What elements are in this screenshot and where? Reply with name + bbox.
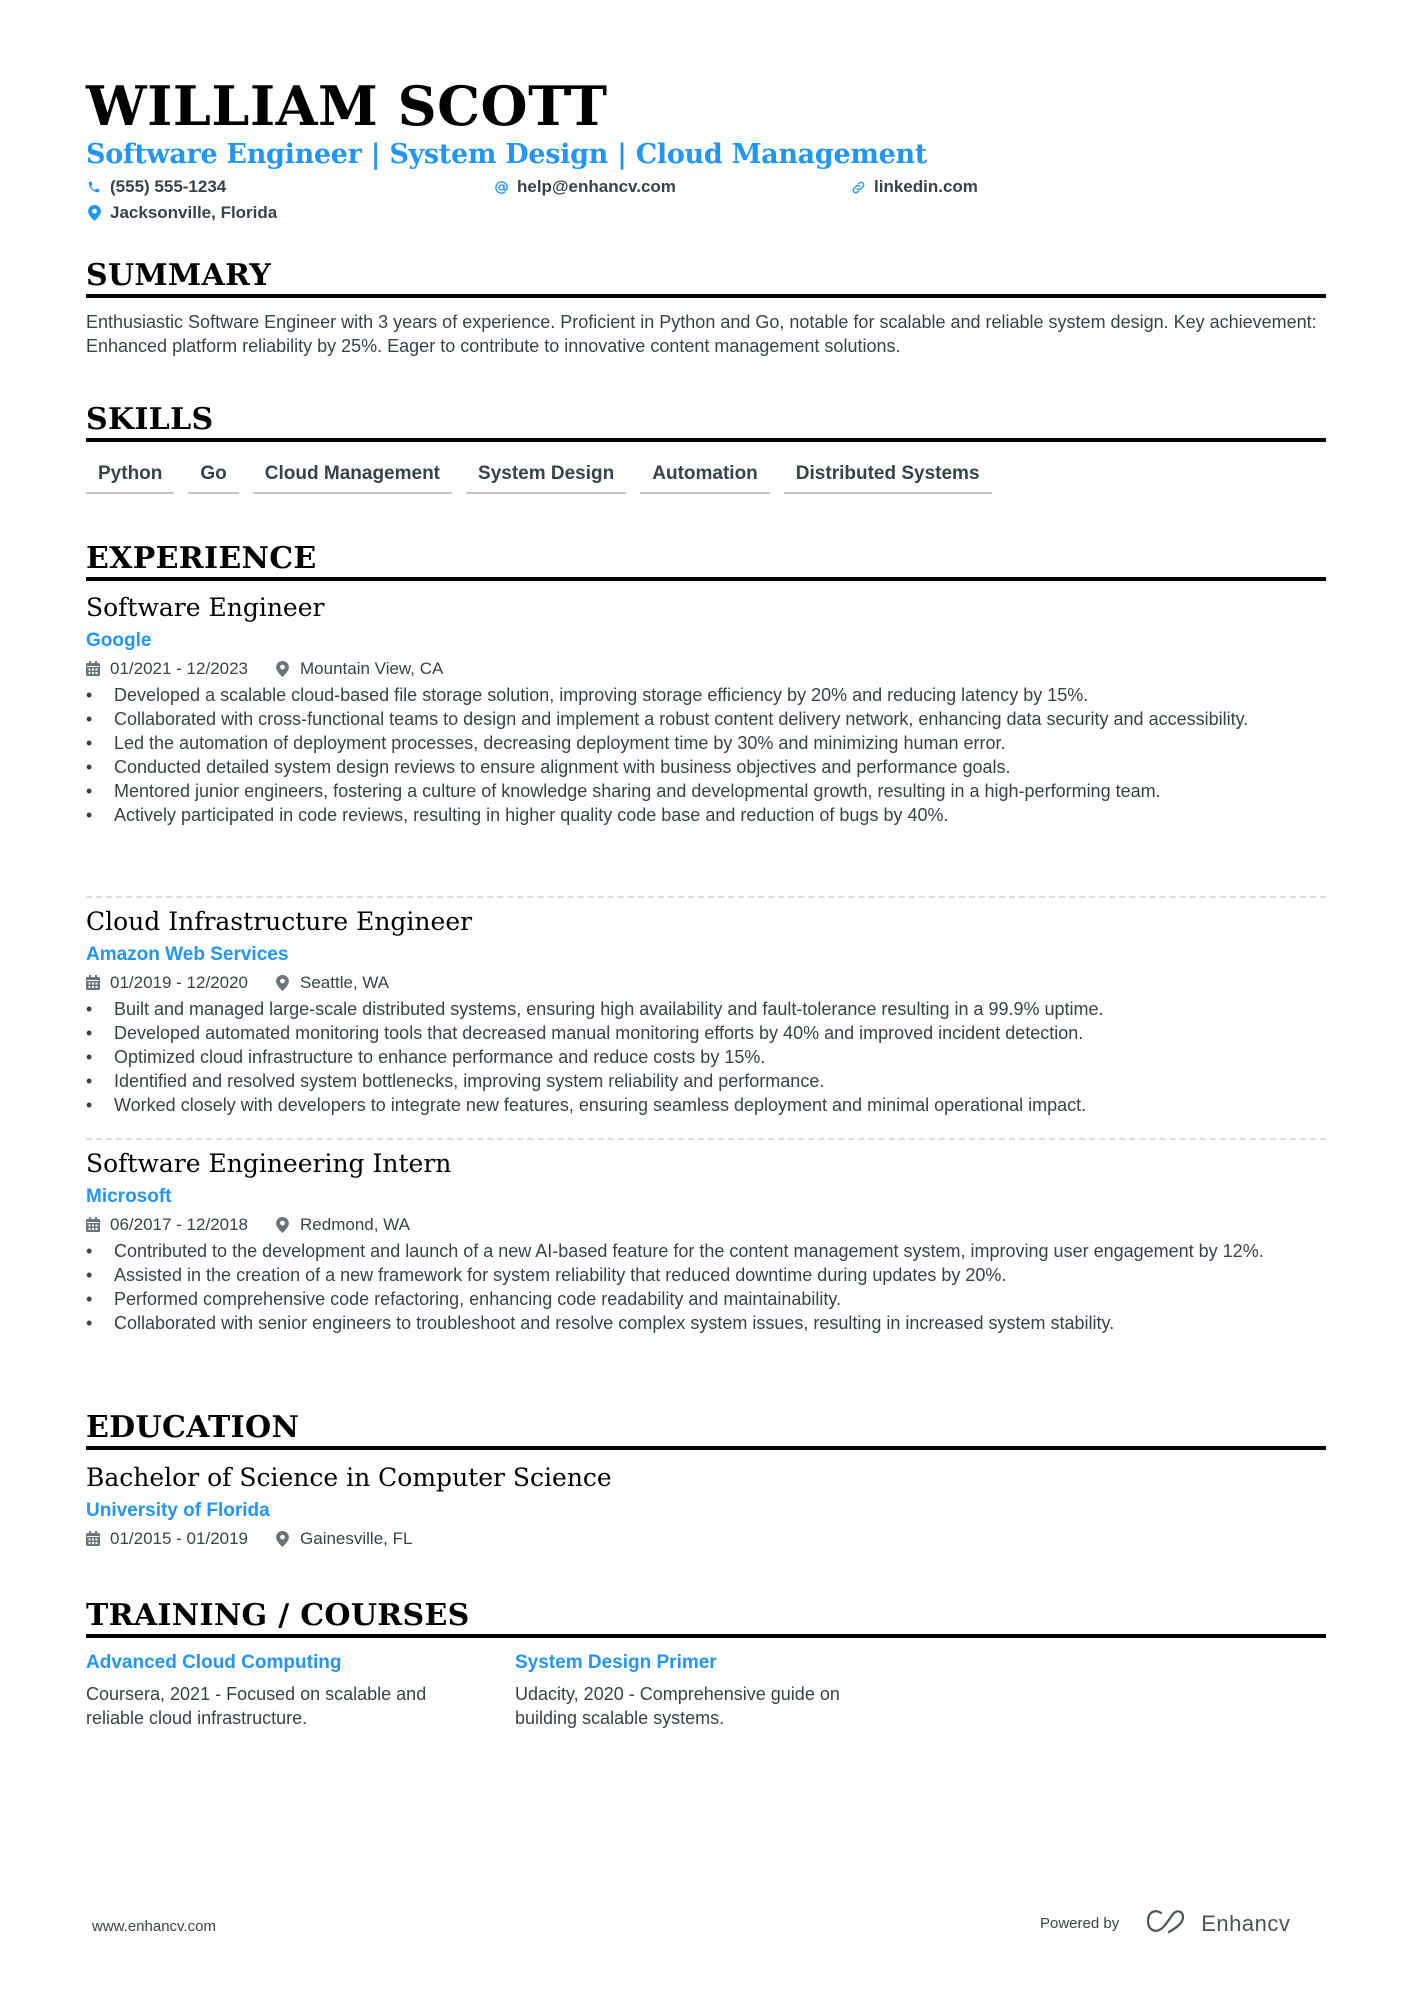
phone-icon xyxy=(86,179,102,195)
course-title[interactable]: System Design Primer xyxy=(515,1650,895,1676)
map-pin-icon xyxy=(86,205,102,221)
role-title: Cloud Infrastructure Engineer xyxy=(86,907,473,936)
role-title: Software Engineering Intern xyxy=(86,1149,452,1178)
dashed-divider xyxy=(86,896,1326,898)
contact-phone[interactable]: (555) 555-1234 xyxy=(86,176,226,198)
enhancv-logo-icon xyxy=(1145,1908,1191,1939)
contact-location: Jacksonville, Florida xyxy=(86,202,277,224)
phone-text: (555) 555-1234 xyxy=(110,177,227,196)
at-icon xyxy=(493,179,509,195)
enhancv-brand: Enhancv xyxy=(1201,1910,1291,1936)
role-bullets: Built and managed large-scale distribute… xyxy=(86,997,1326,1117)
link-icon xyxy=(850,179,866,195)
map-pin-icon xyxy=(276,661,292,677)
bullet-item: Contributed to the development and launc… xyxy=(86,1239,1326,1263)
course-item: System Design Primer Udacity, 2020 - Com… xyxy=(515,1650,895,1730)
summary-text: Enthusiastic Software Engineer with 3 ye… xyxy=(86,312,1317,356)
location-text: Jacksonville, Florida xyxy=(110,203,278,222)
footer-branding: Powered by Enhancv xyxy=(1040,1908,1290,1939)
skill-tag: Python xyxy=(86,462,175,494)
bullet-item: Worked closely with developers to integr… xyxy=(86,1093,1326,1117)
school-name[interactable]: University of Florida xyxy=(86,1498,1326,1524)
bullet-item: Assisted in the creation of a new framew… xyxy=(86,1263,1326,1287)
bullet-item: Collaborated with senior engineers to tr… xyxy=(86,1311,1326,1335)
contact-email[interactable]: help@enhancv.com xyxy=(493,176,676,198)
calendar-icon xyxy=(86,975,102,991)
calendar-icon xyxy=(86,1531,102,1547)
company-name[interactable]: Google xyxy=(86,628,1326,654)
skill-tag: Cloud Management xyxy=(252,462,453,494)
role-bullets: Contributed to the development and launc… xyxy=(86,1239,1326,1335)
footer-website[interactable]: www.enhancv.com xyxy=(92,1918,216,1935)
section-title-training: TRAINING / COURSES xyxy=(86,1598,1326,1638)
degree-title: Bachelor of Science in Computer Science xyxy=(86,1463,612,1492)
role-title: Software Engineer xyxy=(86,593,325,622)
course-title[interactable]: Advanced Cloud Computing xyxy=(86,1650,466,1676)
bullet-item: Built and managed large-scale distribute… xyxy=(86,997,1326,1021)
experience-item: Software Engineering Intern Microsoft 06… xyxy=(86,1148,1326,1335)
section-title-summary: SUMMARY xyxy=(86,258,1326,298)
experience-item: Cloud Infrastructure Engineer Amazon Web… xyxy=(86,906,1326,1117)
education-dates: 01/2015 - 01/2019 xyxy=(110,1529,249,1548)
map-pin-icon xyxy=(276,1217,292,1233)
role-location: Mountain View, CA xyxy=(300,659,444,678)
headline: Software Engineer | System Design | Clou… xyxy=(86,139,927,170)
bullet-item: Optimized cloud infrastructure to enhanc… xyxy=(86,1045,1326,1069)
section-title-skills: SKILLS xyxy=(86,402,1326,442)
map-pin-icon xyxy=(276,1531,292,1547)
company-name[interactable]: Amazon Web Services xyxy=(86,942,1326,968)
bullet-item: Developed a scalable cloud-based file st… xyxy=(86,683,1326,707)
education-location: Gainesville, FL xyxy=(300,1529,413,1548)
experience-item: Software Engineer Google 01/2021 - 12/20… xyxy=(86,592,1326,827)
skills-list: Python Go Cloud Management System Design… xyxy=(86,462,992,494)
dashed-divider xyxy=(86,1138,1326,1140)
bullet-item: Developed automated monitoring tools tha… xyxy=(86,1021,1326,1045)
course-description: Coursera, 2021 - Focused on scalable and… xyxy=(86,1684,427,1728)
calendar-icon xyxy=(86,661,102,677)
education-meta: 01/2015 - 01/2019 Gainesville, FL xyxy=(86,1527,1326,1551)
candidate-name: WILLIAM SCOTT xyxy=(86,74,608,138)
section-title-experience: EXPERIENCE xyxy=(86,541,1326,581)
section-title-education: EDUCATION xyxy=(86,1410,1326,1450)
role-dates: 01/2021 - 12/2023 xyxy=(110,659,249,678)
role-bullets: Developed a scalable cloud-based file st… xyxy=(86,683,1326,827)
map-pin-icon xyxy=(276,975,292,991)
email-text: help@enhancv.com xyxy=(517,177,676,196)
linkedin-text: linkedin.com xyxy=(874,177,978,196)
role-dates: 06/2017 - 12/2018 xyxy=(110,1215,249,1234)
role-meta: 01/2021 - 12/2023 Mountain View, CA xyxy=(86,657,1326,681)
calendar-icon xyxy=(86,1217,102,1233)
role-meta: 01/2019 - 12/2020 Seattle, WA xyxy=(86,971,1326,995)
role-location: Redmond, WA xyxy=(300,1215,410,1234)
bullet-item: Collaborated with cross-functional teams… xyxy=(86,707,1326,731)
bullet-item: Conducted detailed system design reviews… xyxy=(86,755,1326,779)
skill-tag: Go xyxy=(188,462,239,494)
bullet-item: Led the automation of deployment process… xyxy=(86,731,1326,755)
bullet-item: Mentored junior engineers, fostering a c… xyxy=(86,779,1326,803)
contact-linkedin[interactable]: linkedin.com xyxy=(850,176,978,198)
skill-tag: Automation xyxy=(640,462,770,494)
powered-by-label: Powered by xyxy=(1040,1915,1120,1932)
bullet-item: Identified and resolved system bottlenec… xyxy=(86,1069,1326,1093)
course-description: Udacity, 2020 - Comprehensive guide on b… xyxy=(515,1684,840,1728)
course-item: Advanced Cloud Computing Coursera, 2021 … xyxy=(86,1650,466,1730)
bullet-item: Performed comprehensive code refactoring… xyxy=(86,1287,1326,1311)
role-dates: 01/2019 - 12/2020 xyxy=(110,973,249,992)
company-name[interactable]: Microsoft xyxy=(86,1184,1326,1210)
skill-tag: System Design xyxy=(466,462,627,494)
role-location: Seattle, WA xyxy=(300,973,390,992)
role-meta: 06/2017 - 12/2018 Redmond, WA xyxy=(86,1213,1326,1237)
bullet-item: Actively participated in code reviews, r… xyxy=(86,803,1326,827)
skill-tag: Distributed Systems xyxy=(783,462,992,494)
education-item: Bachelor of Science in Computer Science … xyxy=(86,1462,1326,1551)
